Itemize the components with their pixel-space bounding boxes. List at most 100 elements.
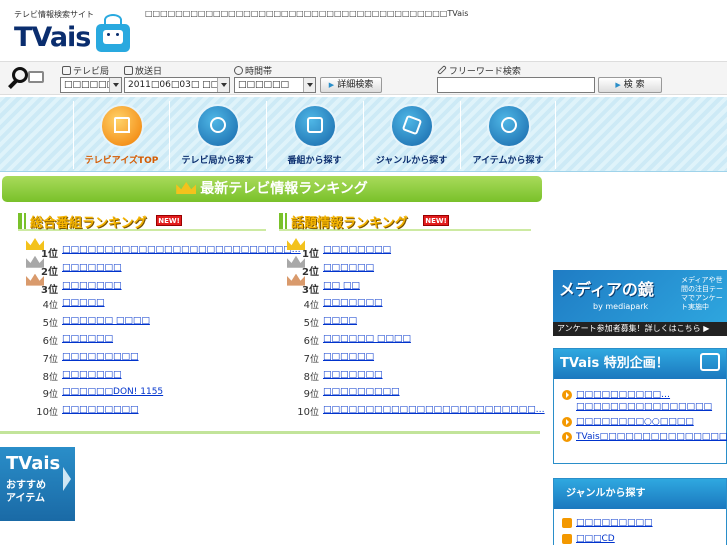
ranking-link[interactable]: □□□□□□ □□□□: [62, 316, 150, 326]
ranking-link[interactable]: □□□□□□□: [62, 263, 122, 273]
play-arrow-icon: ▶: [615, 81, 621, 89]
search-bar: テレビ局 □□□□□□ 放送日 2011□06□03□ □□□ 時間帯 □□□□…: [0, 61, 727, 95]
recommend-items-banner[interactable]: TVais おすすめ アイテム: [0, 447, 75, 521]
search-tv-icon: [6, 65, 44, 93]
ranking-link[interactable]: □□□□□□□□: [323, 245, 391, 255]
list-item: TVais□□□□□□□□□□□□□□□□□□: [562, 431, 727, 443]
ranking-link[interactable]: □□□□□□: [62, 334, 113, 344]
nav-top[interactable]: テレビアイズTOP: [73, 101, 169, 169]
rank-position: 9位: [303, 389, 319, 401]
nav-genre[interactable]: ジャンルから探す: [363, 101, 459, 169]
station-label: テレビ局: [62, 64, 109, 77]
chevron-down-icon[interactable]: [109, 78, 121, 92]
rank-position: 4位: [303, 300, 319, 312]
chevron-down-icon[interactable]: [303, 78, 315, 92]
tv-mascot-icon: [700, 353, 720, 371]
ranking-row: 10位 □□□□□□□□□□□□□□□□□□□□□□□□□…: [279, 402, 544, 420]
ranking-link[interactable]: □□□□□□□□□□□□□□□□□□□□□□□□□□□…: [62, 245, 301, 255]
overall-ranking-list: 1位 □□□□□□□□□□□□□□□□□□□□□□□□□□□… 2位 □□□□□□□ 3…: [18, 238, 301, 420]
ranking-link[interactable]: □□□□□□DON! 1155: [62, 387, 163, 397]
ranking-link[interactable]: □□□□□□□: [62, 281, 122, 291]
special-link[interactable]: □□□□□□□□□□…□□□□□□□□□□□□□□□□: [576, 390, 712, 412]
ranking-link[interactable]: □□□□□□□□□: [62, 352, 139, 362]
list-item: □□□□□□□□○○□□□□: [562, 416, 726, 428]
rank-position: 8位: [303, 371, 319, 383]
overall-ranking-header: 総合番組ランキング NEW!: [18, 211, 266, 231]
music-food-icon: [390, 104, 434, 148]
ranking-link[interactable]: □□□□□□□□□: [323, 387, 400, 397]
ranking-link[interactable]: □□ □□: [323, 281, 360, 291]
logo-text: TVais: [14, 22, 91, 53]
rank-position: 2位: [41, 266, 58, 278]
chevron-down-icon[interactable]: [217, 78, 229, 92]
new-badge: NEW!: [423, 215, 449, 226]
pencil-icon: [437, 65, 447, 75]
arrow-right-icon: [63, 467, 71, 491]
ranking-row: 8位 □□□□□□□: [18, 367, 268, 385]
station-select[interactable]: □□□□□□: [60, 77, 122, 93]
special-link[interactable]: TVais□□□□□□□□□□□□□□□□□□: [576, 432, 727, 442]
time-select[interactable]: □□□□□□: [234, 77, 316, 93]
arrow-circle-icon: [562, 432, 572, 442]
search-button[interactable]: ▶ 検 索: [598, 77, 662, 93]
freeword-label: フリーワード検索: [437, 64, 521, 77]
ranking-link[interactable]: □□□□□□□□□: [62, 405, 139, 415]
arrow-circle-icon: [562, 417, 572, 427]
disc-icon: [487, 104, 531, 148]
freeword-input[interactable]: [437, 77, 595, 93]
site-description: □□□□□□□□□□□□□□□□□□□□□□□□□□□□□□□□□□□□□□□□…: [145, 9, 469, 18]
genre-link[interactable]: □□□CD: [576, 534, 615, 544]
ranking-link[interactable]: □□□□□□□: [323, 370, 383, 380]
rank-position: 8位: [42, 371, 58, 383]
logo-tagline: テレビ情報検索サイト: [14, 10, 94, 19]
ranking-row: 5位 □□□□□□ □□□□: [18, 313, 268, 331]
rank-position: 1位: [302, 249, 319, 260]
ranking-link[interactable]: □□□□: [323, 316, 357, 326]
rank-position: 3位: [302, 284, 319, 296]
nav-item[interactable]: アイテムから探す: [460, 101, 556, 169]
rank-position: 2位: [302, 266, 319, 278]
tv-icon: [293, 104, 337, 148]
main-nav: テレビアイズTOP テレビ局から探す 番組から探す ジャンルから探す アイテムか…: [0, 97, 727, 172]
play-arrow-icon: ▶: [328, 81, 335, 89]
ranking-row: 6位 □□□□□□: [18, 331, 268, 349]
site-logo[interactable]: テレビ情報検索サイト TVais: [14, 8, 134, 53]
ranking-row: 10位 □□□□□□□□□: [18, 402, 268, 420]
nav-station[interactable]: テレビ局から探す: [169, 101, 265, 169]
ranking-row: 2位 □□□□□□: [279, 255, 539, 278]
genre-box: ジャンルから探す □□□□□□□□□ □□□CD: [553, 478, 727, 545]
rank-position: 10位: [297, 407, 319, 419]
tower-icon: [62, 66, 71, 75]
tv-mascot-icon: [96, 14, 130, 52]
list-item: □□□□□□□□□: [562, 517, 726, 529]
ranking-row: 6位 □□□□□□ □□□□: [279, 331, 539, 349]
rank-position: 4位: [42, 300, 58, 312]
media-mirror-ad[interactable]: メディアの鏡 by mediapark メディアや世間の注目テーマでアンケート実…: [553, 270, 727, 336]
ranking-link[interactable]: □□□□□: [62, 298, 105, 308]
new-badge: NEW!: [156, 215, 182, 226]
ranking-link[interactable]: □□□□□□: [323, 263, 374, 273]
nav-program[interactable]: 番組から探す: [266, 101, 362, 169]
detail-search-button[interactable]: ▶ 詳細検索: [320, 77, 382, 93]
calendar-icon: [124, 66, 133, 75]
special-link[interactable]: □□□□□□□□○○□□□□: [576, 417, 694, 427]
ranking-row: 7位 □□□□□□□□□: [18, 349, 268, 367]
date-label: 放送日: [124, 64, 162, 77]
ranking-link[interactable]: □□□□□□□: [323, 298, 383, 308]
genre-link[interactable]: □□□□□□□□□: [576, 518, 653, 528]
special-feature-box: TVais 特別企画！ □□□□□□□□□□…□□□□□□□□□□□□□□□□ …: [553, 348, 727, 464]
ranking-row: 3位 □□□□□□□: [18, 273, 268, 296]
ranking-link[interactable]: □□□□□□□□□□□□□□□□□□□□□□□□□…: [323, 405, 545, 415]
section-divider: [0, 431, 540, 434]
ranking-link[interactable]: □□□□□□□: [62, 370, 122, 380]
ranking-link[interactable]: □□□□□□ □□□□: [323, 334, 411, 344]
ranking-link[interactable]: □□□□□□: [323, 352, 374, 362]
list-item: □□□CD: [562, 533, 726, 545]
genre-box-title: ジャンルから探す: [554, 479, 726, 509]
date-select[interactable]: 2011□06□03□ □□□: [124, 77, 230, 93]
special-feature-title: TVais 特別企画！: [554, 349, 726, 379]
arrow-circle-icon: [562, 390, 572, 400]
ranking-row: 2位 □□□□□□□: [18, 255, 268, 278]
tower-icon: [196, 104, 240, 148]
time-label: 時間帯: [234, 64, 272, 77]
